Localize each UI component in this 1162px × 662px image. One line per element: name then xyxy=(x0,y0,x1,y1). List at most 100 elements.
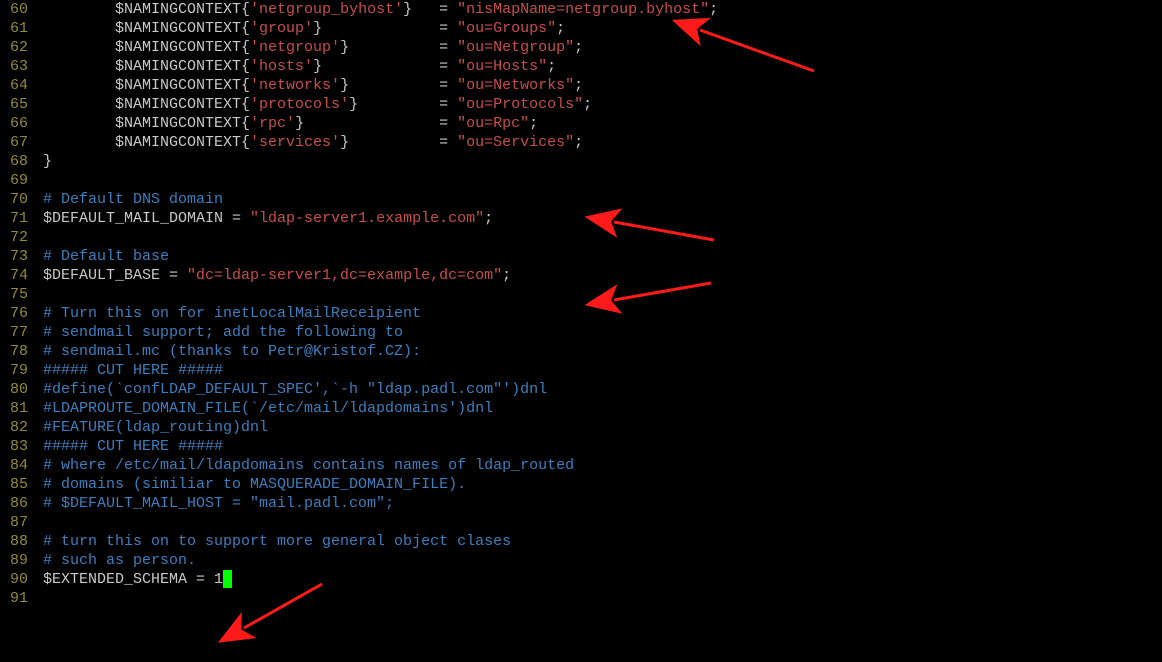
code-content[interactable]: $DEFAULT_BASE = "dc=ldap-server1,dc=exam… xyxy=(34,266,1162,285)
code-line[interactable]: 80 #define(`confLDAP_DEFAULT_SPEC',`-h "… xyxy=(0,380,1162,399)
line-number: 68 xyxy=(0,152,34,171)
code-token: $NAMINGCONTEXT{ xyxy=(34,115,250,132)
code-token: # Default base xyxy=(34,248,169,265)
code-content[interactable] xyxy=(34,171,1162,190)
code-line[interactable]: 88 # turn this on to support more genera… xyxy=(0,532,1162,551)
code-content[interactable] xyxy=(34,285,1162,304)
code-line[interactable]: 75 xyxy=(0,285,1162,304)
code-token: $DEFAULT_BASE = xyxy=(34,267,187,284)
code-token: } xyxy=(34,153,52,170)
code-line[interactable]: 70 # Default DNS domain xyxy=(0,190,1162,209)
code-line[interactable]: 63 $NAMINGCONTEXT{'hosts'} = "ou=Hosts"; xyxy=(0,57,1162,76)
code-line[interactable]: 72 xyxy=(0,228,1162,247)
code-token: # $DEFAULT_MAIL_HOST = "mail.padl.com"; xyxy=(34,495,394,512)
code-token: ; xyxy=(574,134,583,151)
code-content[interactable]: #LDAPROUTE_DOMAIN_FILE(`/etc/mail/ldapdo… xyxy=(34,399,1162,418)
code-line[interactable]: 81 #LDAPROUTE_DOMAIN_FILE(`/etc/mail/lda… xyxy=(0,399,1162,418)
code-token: } = xyxy=(340,77,457,94)
code-line[interactable]: 60 $NAMINGCONTEXT{'netgroup_byhost'} = "… xyxy=(0,0,1162,19)
code-content[interactable]: } xyxy=(34,152,1162,171)
code-content[interactable]: $NAMINGCONTEXT{'netgroup'} = "ou=Netgrou… xyxy=(34,38,1162,57)
code-token: "ou=Hosts" xyxy=(457,58,547,75)
code-line[interactable]: 86 # $DEFAULT_MAIL_HOST = "mail.padl.com… xyxy=(0,494,1162,513)
code-token: ; xyxy=(556,20,565,37)
code-line[interactable]: 83 ##### CUT HERE ##### xyxy=(0,437,1162,456)
code-content[interactable]: $NAMINGCONTEXT{'services'} = "ou=Service… xyxy=(34,133,1162,152)
code-content[interactable]: # where /etc/mail/ldapdomains contains n… xyxy=(34,456,1162,475)
code-content[interactable]: $NAMINGCONTEXT{'group'} = "ou=Groups"; xyxy=(34,19,1162,38)
code-content[interactable]: $DEFAULT_MAIL_DOMAIN = "ldap-server1.exa… xyxy=(34,209,1162,228)
code-content[interactable]: # domains (similiar to MASQUERADE_DOMAIN… xyxy=(34,475,1162,494)
line-number: 72 xyxy=(0,228,34,247)
code-line[interactable]: 74 $DEFAULT_BASE = "dc=ldap-server1,dc=e… xyxy=(0,266,1162,285)
code-token: # where /etc/mail/ldapdomains contains n… xyxy=(34,457,574,474)
code-content[interactable]: # Default DNS domain xyxy=(34,190,1162,209)
code-token: "ou=Services" xyxy=(457,134,574,151)
code-line[interactable]: 90 $EXTENDED_SCHEMA = 1 xyxy=(0,570,1162,589)
code-content[interactable]: $NAMINGCONTEXT{'hosts'} = "ou=Hosts"; xyxy=(34,57,1162,76)
line-number: 86 xyxy=(0,494,34,513)
code-token: ##### CUT HERE ##### xyxy=(34,438,223,455)
code-token: "dc=ldap-server1,dc=example,dc=com" xyxy=(187,267,502,284)
code-token: "ou=Netgroup" xyxy=(457,39,574,56)
code-content[interactable]: ##### CUT HERE ##### xyxy=(34,361,1162,380)
code-token: # turn this on to support more general o… xyxy=(34,533,511,550)
code-line[interactable]: 65 $NAMINGCONTEXT{'protocols'} = "ou=Pro… xyxy=(0,95,1162,114)
code-line[interactable]: 78 # sendmail.mc (thanks to Petr@Kristof… xyxy=(0,342,1162,361)
code-line[interactable]: 91 xyxy=(0,589,1162,608)
code-token: 'rpc' xyxy=(250,115,295,132)
line-number: 75 xyxy=(0,285,34,304)
code-content[interactable]: ##### CUT HERE ##### xyxy=(34,437,1162,456)
code-line[interactable]: 73 # Default base xyxy=(0,247,1162,266)
code-token: $NAMINGCONTEXT{ xyxy=(34,39,250,56)
code-line[interactable]: 61 $NAMINGCONTEXT{'group'} = "ou=Groups"… xyxy=(0,19,1162,38)
line-number: 60 xyxy=(0,0,34,19)
code-line[interactable]: 64 $NAMINGCONTEXT{'networks'} = "ou=Netw… xyxy=(0,76,1162,95)
line-number: 88 xyxy=(0,532,34,551)
code-editor[interactable]: 60 $NAMINGCONTEXT{'netgroup_byhost'} = "… xyxy=(0,0,1162,608)
code-content[interactable]: # $DEFAULT_MAIL_HOST = "mail.padl.com"; xyxy=(34,494,1162,513)
code-token: ; xyxy=(583,96,592,113)
code-line[interactable]: 85 # domains (similiar to MASQUERADE_DOM… xyxy=(0,475,1162,494)
line-number: 76 xyxy=(0,304,34,323)
code-content[interactable]: # turn this on to support more general o… xyxy=(34,532,1162,551)
code-line[interactable]: 71 $DEFAULT_MAIL_DOMAIN = "ldap-server1.… xyxy=(0,209,1162,228)
code-line[interactable]: 79 ##### CUT HERE ##### xyxy=(0,361,1162,380)
code-line[interactable]: 66 $NAMINGCONTEXT{'rpc'} = "ou=Rpc"; xyxy=(0,114,1162,133)
code-token: ; xyxy=(709,1,718,18)
code-content[interactable] xyxy=(34,513,1162,532)
code-content[interactable]: $NAMINGCONTEXT{'protocols'} = "ou=Protoc… xyxy=(34,95,1162,114)
line-number: 73 xyxy=(0,247,34,266)
code-content[interactable]: $NAMINGCONTEXT{'rpc'} = "ou=Rpc"; xyxy=(34,114,1162,133)
code-token: $NAMINGCONTEXT{ xyxy=(34,58,250,75)
code-token: #LDAPROUTE_DOMAIN_FILE(`/etc/mail/ldapdo… xyxy=(34,400,493,417)
code-content[interactable]: # sendmail.mc (thanks to Petr@Kristof.CZ… xyxy=(34,342,1162,361)
code-line[interactable]: 76 # Turn this on for inetLocalMailRecei… xyxy=(0,304,1162,323)
code-token: "ou=Rpc" xyxy=(457,115,529,132)
code-line[interactable]: 62 $NAMINGCONTEXT{'netgroup'} = "ou=Netg… xyxy=(0,38,1162,57)
code-token: ; xyxy=(529,115,538,132)
code-line[interactable]: 69 xyxy=(0,171,1162,190)
code-content[interactable]: # such as person. xyxy=(34,551,1162,570)
code-content[interactable]: # Turn this on for inetLocalMailReceipie… xyxy=(34,304,1162,323)
code-content[interactable]: # Default base xyxy=(34,247,1162,266)
code-content[interactable]: $EXTENDED_SCHEMA = 1 xyxy=(34,570,1162,589)
code-line[interactable]: 89 # such as person. xyxy=(0,551,1162,570)
code-line[interactable]: 67 $NAMINGCONTEXT{'services'} = "ou=Serv… xyxy=(0,133,1162,152)
code-content[interactable]: #FEATURE(ldap_routing)dnl xyxy=(34,418,1162,437)
code-content[interactable]: $NAMINGCONTEXT{'networks'} = "ou=Network… xyxy=(34,76,1162,95)
code-line[interactable]: 68 } xyxy=(0,152,1162,171)
code-content[interactable]: # sendmail support; add the following to xyxy=(34,323,1162,342)
code-token: } = xyxy=(340,134,457,151)
code-token: $NAMINGCONTEXT{ xyxy=(34,134,250,151)
code-token: ; xyxy=(502,267,511,284)
code-content[interactable]: $NAMINGCONTEXT{'netgroup_byhost'} = "nis… xyxy=(34,0,1162,19)
code-line[interactable]: 84 # where /etc/mail/ldapdomains contain… xyxy=(0,456,1162,475)
code-line[interactable]: 87 xyxy=(0,513,1162,532)
code-line[interactable]: 77 # sendmail support; add the following… xyxy=(0,323,1162,342)
code-line[interactable]: 82 #FEATURE(ldap_routing)dnl xyxy=(0,418,1162,437)
code-token: $NAMINGCONTEXT{ xyxy=(34,77,250,94)
code-content[interactable] xyxy=(34,228,1162,247)
code-content[interactable]: #define(`confLDAP_DEFAULT_SPEC',`-h "lda… xyxy=(34,380,1162,399)
code-content[interactable] xyxy=(34,589,1162,608)
